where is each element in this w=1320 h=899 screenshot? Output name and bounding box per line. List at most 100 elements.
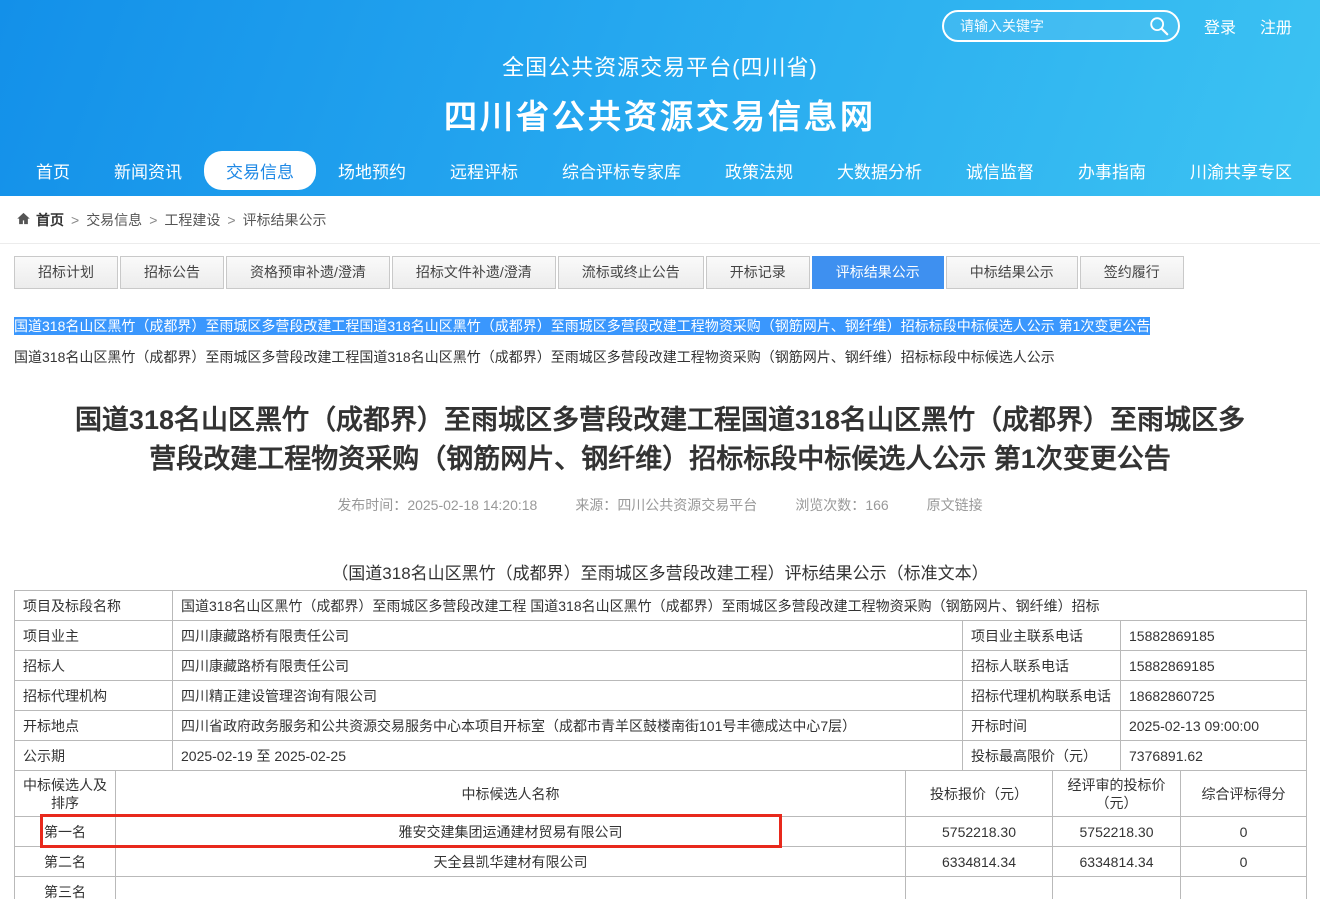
nav-item-sichuan-chongqing[interactable]: 川渝共享专区 xyxy=(1168,151,1314,190)
search-box xyxy=(942,10,1180,42)
site-subtitle: 全国公共资源交易平台(四川省) xyxy=(0,50,1320,82)
site-title: 四川省公共资源交易信息网 xyxy=(0,90,1320,138)
header-utility-row: 登录 注册 xyxy=(0,0,1320,42)
info-label: 项目及标段名称 xyxy=(15,591,173,621)
nav-item-home[interactable]: 首页 xyxy=(14,151,92,190)
tab-contract-performance[interactable]: 签约履行 xyxy=(1080,256,1184,289)
tab-bid-opening-record[interactable]: 开标记录 xyxy=(706,256,810,289)
info-value: 2025-02-13 09:00:00 xyxy=(1121,711,1307,741)
column-header-reviewed-bid: 经评审的投标价（元） xyxy=(1053,771,1181,817)
list-item-highlighted-text: 国道318名山区黑竹（成都界）至雨城区多营段改建工程国道318名山区黑竹（成都界… xyxy=(14,317,1150,335)
info-value: 15882869185 xyxy=(1121,651,1307,681)
publish-time: 发布时间：2025-02-18 14:20:18 xyxy=(337,495,537,515)
table-header-row: 中标候选人及排序 中标候选人名称 投标报价（元） 经评审的投标价（元） 综合评标… xyxy=(15,771,1307,817)
candidate-score: 0 xyxy=(1181,817,1307,847)
search-input[interactable] xyxy=(942,10,1180,42)
info-label: 项目业主 xyxy=(15,621,173,651)
tab-evaluation-result[interactable]: 评标结果公示 xyxy=(812,256,944,289)
nav-item-trade-info[interactable]: 交易信息 xyxy=(204,151,316,190)
candidate-bid: 6334814.34 xyxy=(906,847,1053,877)
breadcrumb-item-home-label: 首页 xyxy=(36,210,64,230)
info-value: 四川精正建设管理咨询有限公司 xyxy=(173,681,963,711)
tab-bid-document-addendum[interactable]: 招标文件补遗/澄清 xyxy=(392,256,556,289)
column-header-name: 中标候选人名称 xyxy=(116,771,906,817)
source: 来源：四川公共资源交易平台 xyxy=(575,495,757,515)
table-caption: （国道318名山区黑竹（成都界）至雨城区多营段改建工程）评标结果公示（标准文本） xyxy=(0,559,1320,584)
list-item-highlighted[interactable]: 国道318名山区黑竹（成都界）至雨城区多营段改建工程国道318名山区黑竹（成都界… xyxy=(14,317,1306,336)
tab-failed-or-terminated[interactable]: 流标或终止公告 xyxy=(558,256,704,289)
breadcrumb-item-engineering[interactable]: 工程建设 xyxy=(164,210,220,230)
tab-bidding-announcement[interactable]: 招标公告 xyxy=(120,256,224,289)
candidate-reviewed-bid: 6334814.34 xyxy=(1053,847,1181,877)
tab-bidding-plan[interactable]: 招标计划 xyxy=(14,256,118,289)
search-icon xyxy=(1148,25,1170,40)
candidates-table: 中标候选人及排序 中标候选人名称 投标报价（元） 经评审的投标价（元） 综合评标… xyxy=(14,770,1307,899)
table-row: 招标人 四川康藏路桥有限责任公司 招标人联系电话 15882869185 xyxy=(15,651,1307,681)
info-value: 15882869185 xyxy=(1121,621,1307,651)
info-label: 公示期 xyxy=(15,741,173,771)
list-item[interactable]: 国道318名山区黑竹（成都界）至雨城区多营段改建工程国道318名山区黑竹（成都界… xyxy=(14,348,1306,367)
tab-award-result[interactable]: 中标结果公示 xyxy=(946,256,1078,289)
breadcrumb: 首页 > 交易信息 > 工程建设 > 评标结果公示 xyxy=(0,196,1320,244)
candidate-reviewed-bid: 5752218.30 xyxy=(1053,817,1181,847)
candidate-score xyxy=(1181,877,1307,899)
candidate-row-3: 第三名 xyxy=(15,877,1307,899)
login-link[interactable]: 登录 xyxy=(1204,14,1236,38)
info-label: 开标时间 xyxy=(963,711,1121,741)
article-meta: 发布时间：2025-02-18 14:20:18 来源：四川公共资源交易平台 浏… xyxy=(0,495,1320,515)
original-link[interactable]: 原文链接 xyxy=(927,495,983,515)
candidate-name xyxy=(116,877,906,899)
table-row: 公示期 2025-02-19 至 2025-02-25 投标最高限价（元） 73… xyxy=(15,741,1307,771)
page-title: 国道318名山区黑竹（成都界）至雨城区多营段改建工程国道318名山区黑竹（成都界… xyxy=(64,401,1256,479)
candidate-reviewed-bid xyxy=(1053,877,1181,899)
result-list: 国道318名山区黑竹（成都界）至雨城区多营段改建工程国道318名山区黑竹（成都界… xyxy=(14,317,1306,367)
nav-item-guide[interactable]: 办事指南 xyxy=(1056,151,1168,190)
info-value: 18682860725 xyxy=(1121,681,1307,711)
candidate-bid xyxy=(906,877,1053,899)
info-value: 国道318名山区黑竹（成都界）至雨城区多营段改建工程 国道318名山区黑竹（成都… xyxy=(173,591,1307,621)
column-header-score: 综合评标得分 xyxy=(1181,771,1307,817)
candidate-row-1: 第一名 雅安交建集团运通建材贸易有限公司 5752218.30 5752218.… xyxy=(15,817,1307,847)
main-nav: 首页 新闻资讯 交易信息 场地预约 远程评标 综合评标专家库 政策法规 大数据分… xyxy=(0,151,1320,190)
info-label: 开标地点 xyxy=(15,711,173,741)
candidate-rank: 第一名 xyxy=(15,817,116,847)
candidate-bid: 5752218.30 xyxy=(906,817,1053,847)
info-value: 四川康藏路桥有限责任公司 xyxy=(173,651,963,681)
table-row: 开标地点 四川省政府政务服务和公共资源交易服务中心本项目开标室（成都市青羊区鼓楼… xyxy=(15,711,1307,741)
tab-prequalification-addendum[interactable]: 资格预审补遗/澄清 xyxy=(226,256,390,289)
search-button[interactable] xyxy=(1148,15,1170,37)
table-row: 项目及标段名称 国道318名山区黑竹（成都界）至雨城区多营段改建工程 国道318… xyxy=(15,591,1307,621)
category-tabs: 招标计划 招标公告 资格预审补遗/澄清 招标文件补遗/澄清 流标或终止公告 开标… xyxy=(14,256,1306,289)
info-value: 7376891.62 xyxy=(1121,741,1307,771)
info-label: 招标代理机构联系电话 xyxy=(963,681,1121,711)
info-label: 招标人 xyxy=(15,651,173,681)
site-header: 登录 注册 全国公共资源交易平台(四川省) 四川省公共资源交易信息网 首页 新闻… xyxy=(0,0,1320,196)
candidate-rank: 第三名 xyxy=(15,877,116,899)
view-count: 浏览次数：166 xyxy=(795,495,888,515)
info-label: 招标代理机构 xyxy=(15,681,173,711)
breadcrumb-separator: > xyxy=(227,212,235,228)
nav-item-remote-evaluation[interactable]: 远程评标 xyxy=(428,151,540,190)
breadcrumb-item-evaluation-result[interactable]: 评标结果公示 xyxy=(243,210,327,230)
table-row: 招标代理机构 四川精正建设管理咨询有限公司 招标代理机构联系电话 1868286… xyxy=(15,681,1307,711)
register-link[interactable]: 注册 xyxy=(1260,14,1292,38)
candidate-rank: 第二名 xyxy=(15,847,116,877)
breadcrumb-home[interactable]: 首页 xyxy=(16,210,64,230)
candidate-row-2: 第二名 天全县凯华建材有限公司 6334814.34 6334814.34 0 xyxy=(15,847,1307,877)
breadcrumb-item-trade-info[interactable]: 交易信息 xyxy=(86,210,142,230)
nav-item-big-data[interactable]: 大数据分析 xyxy=(815,151,944,190)
breadcrumb-separator: > xyxy=(71,212,79,228)
column-header-bid: 投标报价（元） xyxy=(906,771,1053,817)
info-value: 四川康藏路桥有限责任公司 xyxy=(173,621,963,651)
info-label: 招标人联系电话 xyxy=(963,651,1121,681)
nav-item-integrity[interactable]: 诚信监督 xyxy=(944,151,1056,190)
column-header-rank: 中标候选人及排序 xyxy=(15,771,116,817)
result-table-wrap: 项目及标段名称 国道318名山区黑竹（成都界）至雨城区多营段改建工程 国道318… xyxy=(14,590,1306,899)
nav-item-policies[interactable]: 政策法规 xyxy=(703,151,815,190)
nav-item-expert-database[interactable]: 综合评标专家库 xyxy=(540,151,703,190)
nav-item-venue-booking[interactable]: 场地预约 xyxy=(316,151,428,190)
home-icon xyxy=(16,211,31,229)
info-value: 四川省政府政务服务和公共资源交易服务中心本项目开标室（成都市青羊区鼓楼南街101… xyxy=(173,711,963,741)
nav-item-news[interactable]: 新闻资讯 xyxy=(92,151,204,190)
info-label: 项目业主联系电话 xyxy=(963,621,1121,651)
